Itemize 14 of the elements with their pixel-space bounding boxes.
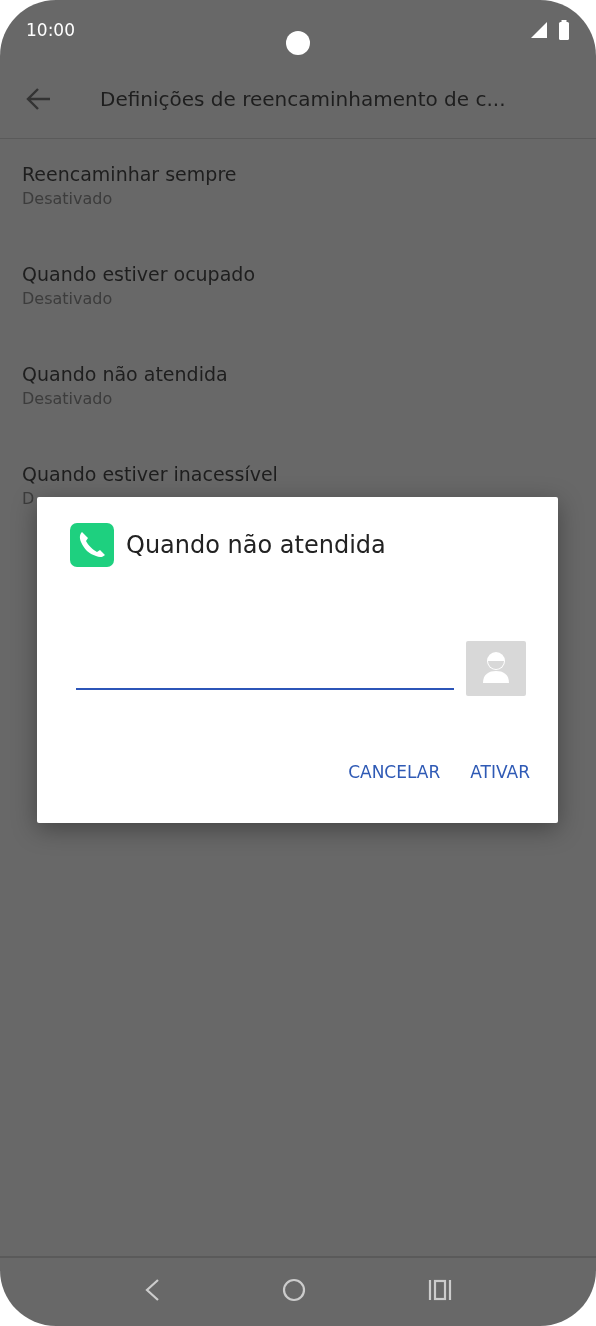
dialog-title: Quando não atendida: [126, 531, 386, 559]
status-time: 10:00: [26, 20, 75, 40]
page-title: Definições de reencaminhamento de c...: [100, 87, 506, 111]
back-icon[interactable]: [144, 1278, 160, 1302]
phone-app-icon: [70, 523, 114, 567]
home-icon[interactable]: [282, 1278, 306, 1302]
dialog-button[interactable]: ATIVAR: [462, 754, 538, 790]
dialog-button[interactable]: CANCELAR: [340, 754, 449, 790]
signal-icon: [530, 21, 548, 39]
back-arrow-icon[interactable]: [26, 87, 52, 111]
recents-icon[interactable]: [428, 1279, 452, 1301]
battery-icon: [558, 20, 570, 40]
camera-hole: [286, 31, 310, 55]
person-icon: [481, 650, 511, 684]
